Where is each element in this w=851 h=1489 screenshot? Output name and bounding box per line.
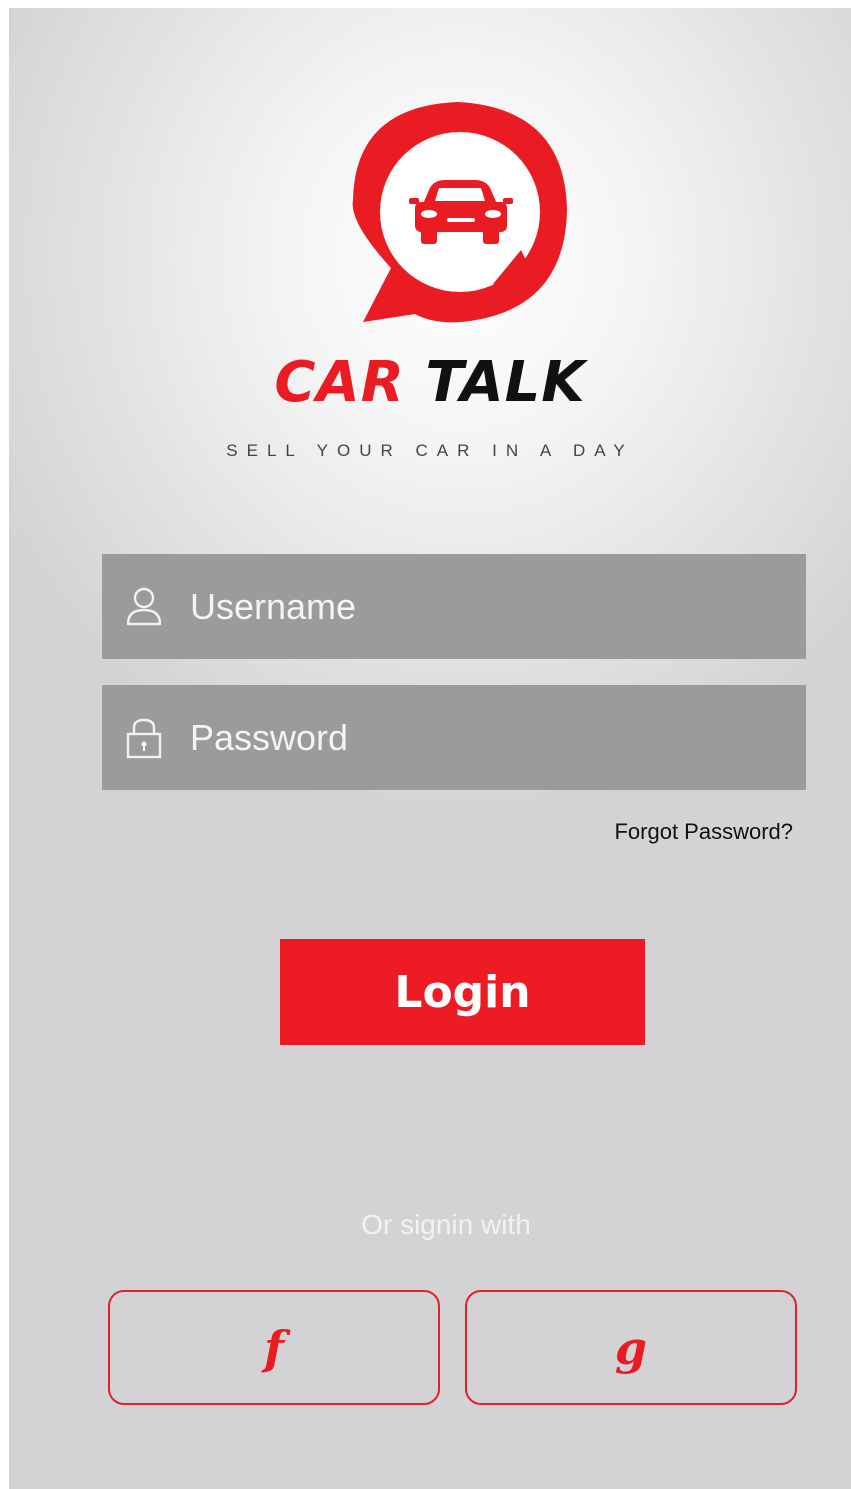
username-field[interactable] [102,554,806,659]
brand-title-part1: CAR [274,350,405,415]
forgot-password-link[interactable]: Forgot Password? [614,818,793,846]
login-button[interactable]: Login [280,939,645,1045]
google-signin-button[interactable]: g [465,1290,797,1405]
password-input[interactable] [190,685,790,790]
car-chat-bubble-logo-icon [343,100,573,332]
or-signin-label: Or signin with [361,1209,531,1240]
facebook-signin-button[interactable]: f [108,1290,440,1405]
login-screen: CAR TALK SELL YOUR CAR IN A DAY Forgot P… [9,8,851,1489]
username-input[interactable] [190,554,790,659]
lock-icon [124,717,164,759]
brand-title-part2: TALK [425,350,586,415]
brand-title: CAR TALK [9,348,851,418]
user-icon [124,586,164,628]
tagline: SELL YOUR CAR IN A DAY [226,441,634,460]
password-field[interactable] [102,685,806,790]
